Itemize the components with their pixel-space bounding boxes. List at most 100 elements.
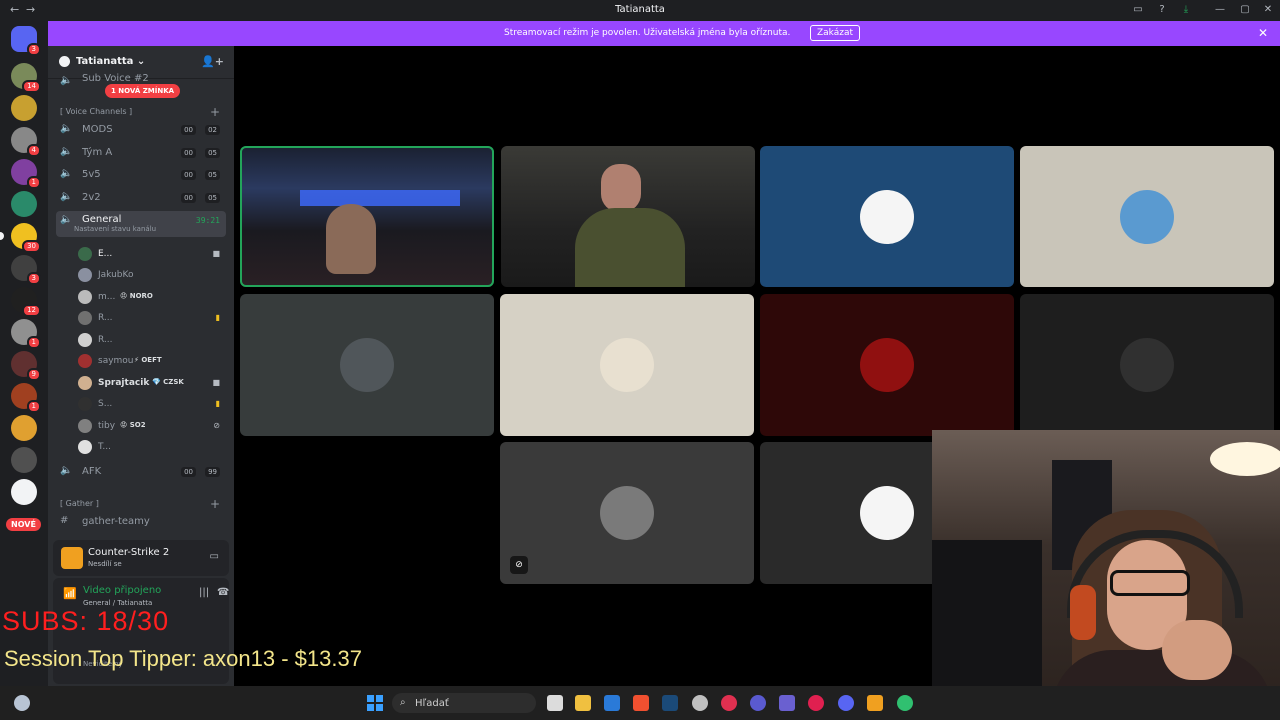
help-icon[interactable]: ? [1156, 4, 1168, 16]
username: R... [98, 335, 113, 345]
speaker-icon: 🔈 [60, 146, 73, 157]
teams-icon[interactable] [779, 695, 795, 711]
app-icon[interactable] [750, 695, 766, 711]
avatar [78, 333, 92, 347]
invite-people-icon[interactable]: 👤+ [201, 55, 224, 68]
discord-icon[interactable] [838, 695, 854, 711]
server-icon[interactable]: 14 [11, 63, 41, 93]
game-name: Counter-Strike 2 [88, 547, 170, 558]
disable-button[interactable]: Zakázat [810, 25, 861, 41]
server-icon[interactable]: 1 [11, 159, 41, 189]
streamer-figure [326, 204, 376, 274]
voice-user[interactable]: m... 😠 NORO [78, 287, 226, 307]
voice-user[interactable]: Sprajtacik 💎 CZSK ■ [78, 373, 226, 393]
muted-mic-icon: ⊘ [213, 421, 220, 430]
user-limit: 02 [205, 125, 220, 135]
server-icon[interactable]: 30 [0, 223, 41, 253]
clan-tag: 😡 SO2 [120, 421, 146, 429]
voice-user[interactable]: JakubKo [78, 265, 226, 285]
minimize-icon[interactable]: — [1214, 4, 1226, 16]
windows-taskbar: ⌕ Hľadať [0, 686, 1280, 720]
close-icon[interactable]: ✕ [1262, 4, 1274, 16]
app-icon[interactable] [897, 695, 913, 711]
video-tile-avatar[interactable] [760, 294, 1014, 436]
hand [1162, 620, 1232, 680]
video-tile-avatar[interactable] [1020, 294, 1274, 436]
server-icon[interactable] [11, 95, 37, 121]
voice-status[interactable]: Video připojeno [83, 585, 161, 596]
file-explorer-icon[interactable] [575, 695, 591, 711]
new-mention-pill[interactable]: 1 NOVÁ ZMÍNKA [105, 84, 181, 98]
clan-tag: ⚡ OEFT [134, 356, 162, 364]
clan-tag: 😠 NORO [120, 292, 153, 300]
server-icon[interactable]: 12 [11, 287, 41, 317]
task-view-icon[interactable] [547, 695, 563, 711]
server-icon[interactable] [11, 191, 37, 217]
mail-icon[interactable] [604, 695, 620, 711]
media-player-icon[interactable] [721, 695, 737, 711]
video-tile-avatar[interactable] [1020, 146, 1274, 287]
avatar [340, 338, 394, 392]
user-limit: 05 [205, 148, 220, 158]
gather-category[interactable]: [ Gather ] + [60, 497, 220, 511]
voice-user[interactable]: S... ▮ [78, 394, 226, 414]
add-channel-icon[interactable]: + [210, 105, 220, 119]
voice-user[interactable]: tiby 😡 SO2 ⊘ [78, 416, 226, 436]
channel-label: gather-teamy [82, 516, 150, 527]
voice-user[interactable]: saymou ⚡ OEFT [78, 351, 226, 371]
server-icon[interactable]: 4 [11, 127, 41, 157]
ceiling-lamp [1210, 442, 1280, 476]
channel-status-setting[interactable]: Nastavení stavu kanálu [74, 225, 156, 233]
inbox-icon[interactable]: ▭ [1132, 4, 1144, 16]
video-tile-avatar[interactable] [760, 146, 1014, 287]
steam-icon[interactable] [662, 695, 678, 711]
brave-browser-icon[interactable] [633, 695, 649, 711]
windows-start-icon[interactable] [367, 695, 383, 711]
server-icon[interactable] [11, 479, 37, 505]
discord-home-icon[interactable]: 3 [11, 26, 41, 56]
video-tile-avatar[interactable] [240, 294, 494, 436]
channel-gather-teamy[interactable]: # gather-teamy [56, 512, 226, 532]
download-icon[interactable]: ⤓ [1180, 4, 1192, 16]
voice-user[interactable]: R... ▮ [78, 308, 226, 328]
banner-close-icon[interactable]: ✕ [1258, 26, 1268, 40]
channel-mods[interactable]: 🔈 MODS 00 02 [56, 120, 226, 140]
add-channel-icon[interactable]: + [210, 497, 220, 511]
server-icon[interactable]: 3 [11, 255, 41, 285]
voice-user[interactable]: E... ■ [78, 244, 226, 264]
video-tile-camera[interactable] [501, 146, 755, 287]
voice-category[interactable]: [ Voice Channels ] + [60, 105, 220, 119]
channel-2v2[interactable]: 🔈 2v2 00 05 [56, 188, 226, 208]
channel-tym-a[interactable]: 🔈 Tým A 00 05 [56, 143, 226, 163]
voice-user[interactable]: R... [78, 330, 226, 350]
screen-share-icon[interactable]: ▭ [210, 551, 219, 562]
server-icon[interactable]: 1 [11, 383, 41, 413]
server-icon[interactable]: 9 [11, 351, 41, 381]
voice-user[interactable]: T... [78, 437, 226, 457]
video-tile-avatar[interactable] [500, 294, 754, 436]
video-tile-avatar[interactable]: ⊘ [500, 442, 754, 584]
youtube-icon[interactable] [808, 695, 824, 711]
speaker-icon: 🔈 [60, 123, 73, 134]
server-icon[interactable] [11, 415, 37, 441]
disconnect-icon[interactable]: ☎ [217, 587, 229, 598]
counter-strike-icon[interactable] [867, 695, 883, 711]
channel-5v5[interactable]: 🔈 5v5 00 05 [56, 165, 226, 185]
camera-icon: ■ [212, 378, 220, 387]
headset-earcup [1070, 585, 1096, 640]
taskbar-search[interactable]: ⌕ Hľadať [392, 693, 536, 713]
video-tile-camera[interactable] [240, 146, 494, 287]
server-icon[interactable] [11, 447, 37, 473]
widgets-icon[interactable] [14, 695, 30, 711]
channel-general[interactable]: 🔈 General 39:21 Nastavení stavu kanálu [56, 211, 226, 237]
new-servers-pill[interactable]: NOVÉ [6, 518, 41, 531]
avatar [1120, 338, 1174, 392]
username: R... [98, 313, 113, 323]
server-icon[interactable]: 1 [11, 319, 41, 349]
channel-afk[interactable]: 🔈 AFK 00 99 [56, 462, 226, 482]
maximize-icon[interactable]: ▢ [1239, 4, 1251, 16]
obs-icon[interactable] [692, 695, 708, 711]
noise-suppression-icon[interactable]: ||| [199, 587, 209, 598]
speaker-icon: 🔈 [60, 168, 73, 179]
window-title: Tatianatta [0, 4, 1280, 15]
